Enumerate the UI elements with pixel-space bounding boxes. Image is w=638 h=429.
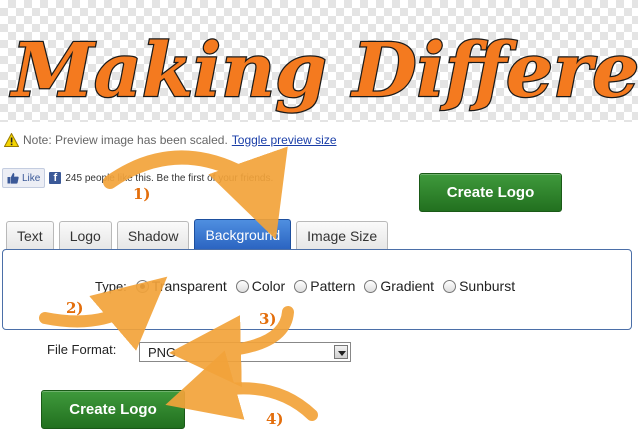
like-count-text: 245 people like this. Be the first of yo… bbox=[65, 172, 274, 184]
tab-logo[interactable]: Logo bbox=[58, 221, 112, 250]
radio-color-button[interactable] bbox=[235, 279, 249, 293]
logo-preview-text: Making Different bbox=[9, 28, 638, 114]
logo-preview-canvas: Making Different bbox=[8, 27, 638, 116]
radio-transparent[interactable]: Transparent bbox=[135, 278, 227, 294]
radio-sunburst-label: Sunburst bbox=[459, 278, 516, 294]
thumbs-up-icon bbox=[7, 173, 19, 184]
radio-gradient-label: Gradient bbox=[380, 278, 435, 294]
radio-gradient[interactable]: Gradient bbox=[364, 278, 434, 294]
create-logo-button-top[interactable]: Create Logo bbox=[419, 173, 562, 212]
radio-sunburst[interactable]: Sunburst bbox=[443, 278, 515, 294]
arrow-step-4 bbox=[165, 350, 318, 421]
radio-pattern[interactable]: Pattern bbox=[294, 278, 355, 294]
tab-shadow[interactable]: Shadow bbox=[116, 221, 190, 250]
radio-transparent-label: Transparent bbox=[151, 278, 227, 294]
radio-pattern-button[interactable] bbox=[294, 279, 308, 293]
radio-transparent-button[interactable] bbox=[135, 279, 149, 293]
radio-color-label: Color bbox=[251, 278, 286, 294]
radio-pattern-label: Pattern bbox=[310, 278, 356, 294]
preview-note: Note: Preview image has been scaled. Tog… bbox=[4, 133, 337, 147]
create-logo-button-bottom[interactable]: Create Logo bbox=[41, 390, 185, 429]
facebook-icon: f bbox=[49, 172, 62, 184]
warning-icon bbox=[4, 133, 19, 147]
like-button-label: Like bbox=[22, 172, 41, 184]
step-4-label: 4) bbox=[266, 410, 284, 428]
tab-image-size[interactable]: Image Size bbox=[296, 221, 389, 250]
type-label: Type: bbox=[95, 278, 127, 294]
note-text: Note: Preview image has been scaled. bbox=[23, 133, 228, 147]
file-format-value: PNG bbox=[148, 344, 177, 360]
file-format-label: File Format: bbox=[47, 342, 117, 357]
toggle-preview-size-link[interactable]: Toggle preview size bbox=[232, 133, 337, 147]
tab-background[interactable]: Background bbox=[194, 219, 292, 250]
file-format-select[interactable]: PNG bbox=[139, 342, 351, 362]
radio-gradient-button[interactable] bbox=[364, 279, 378, 293]
background-type-row: Type: Transparent Color Pattern Gradient… bbox=[95, 278, 524, 294]
chevron-down-icon[interactable] bbox=[334, 345, 348, 359]
social-like-row: Like f 245 people like this. Be the firs… bbox=[2, 168, 273, 188]
tab-text[interactable]: Text bbox=[6, 221, 54, 250]
logo-preview: Making Different bbox=[0, 0, 638, 122]
radio-color[interactable]: Color bbox=[235, 278, 286, 294]
like-button[interactable]: Like bbox=[2, 168, 46, 188]
options-tabs: Text Logo Shadow Background Image Size bbox=[6, 219, 389, 250]
radio-sunburst-button[interactable] bbox=[443, 279, 457, 293]
